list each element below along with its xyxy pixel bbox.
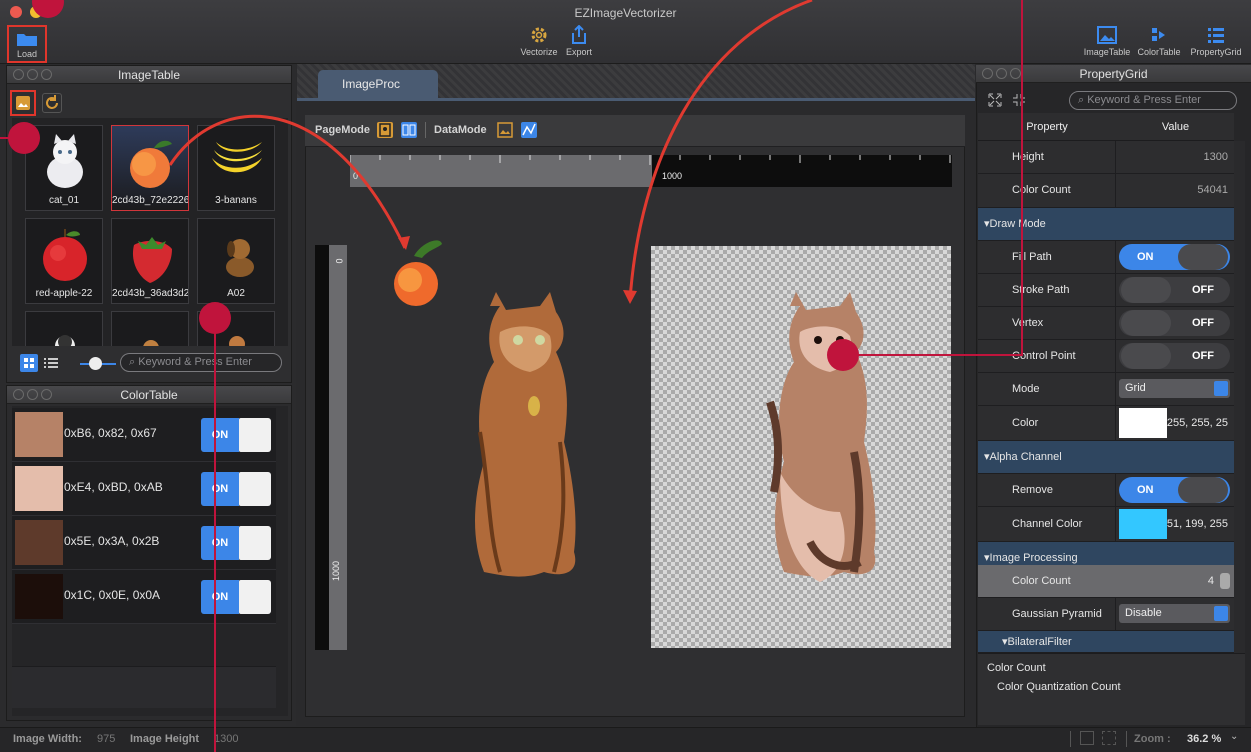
annotation-callouts: [0, 0, 1023, 752]
callout-marker: [199, 302, 231, 334]
callout-marker: [827, 339, 859, 371]
callout-marker: [8, 122, 40, 154]
